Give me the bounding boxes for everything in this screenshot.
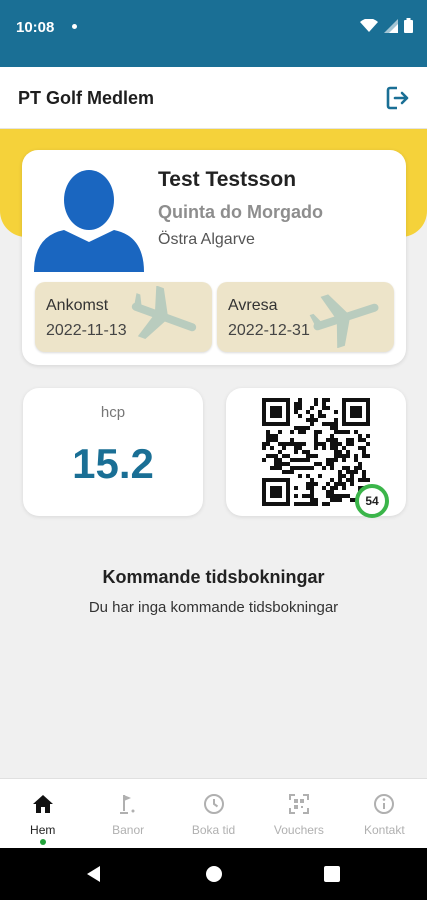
battery-icon [404, 18, 413, 33]
bookings-title: Kommande tidsbokningar [102, 567, 325, 587]
member-name: Test Testsson [158, 168, 297, 191]
recents-icon[interactable] [322, 864, 342, 884]
arrival-label: Ankomst [46, 297, 109, 314]
bottom-nav: Hem Banor Boka tid Vouchers Kontakt [0, 778, 427, 848]
wifi-icon [360, 18, 378, 32]
nav-label: Vouchers [273, 823, 324, 837]
member-club: Quinta do Morgado [158, 202, 323, 222]
status-icons [360, 18, 413, 33]
departure-label: Avresa [228, 297, 278, 314]
app-bar: PT Golf Medlem [0, 67, 427, 129]
arrival-box: Ankomst 2022-11-13 [35, 282, 212, 352]
hcp-card[interactable]: hcp 15.2 [23, 388, 203, 516]
airplane-takeoff-icon [309, 294, 379, 348]
qr-scan-icon [288, 794, 309, 814]
airplane-landing-icon [131, 286, 197, 339]
departure-box: Avresa 2022-12-31 [217, 282, 394, 352]
nav-label: Kontakt [363, 823, 405, 837]
hcp-label: hcp [100, 404, 126, 421]
qr-countdown-badge: 54 [355, 484, 389, 518]
nav-item-hem[interactable]: Hem [0, 779, 85, 848]
departure-date: 2022-12-31 [228, 322, 310, 339]
notification-dot-icon [72, 24, 77, 29]
member-card: Test Testsson Quinta do Morgado Östra Al… [22, 150, 406, 365]
info-icon [374, 794, 395, 814]
golf-flag-icon [120, 795, 135, 814]
logout-icon[interactable] [385, 85, 411, 111]
hcp-value: 15.2 [72, 440, 154, 487]
status-bar: 10:08 [0, 0, 427, 67]
nav-label: Boka tid [191, 823, 236, 837]
clock-icon [203, 794, 224, 814]
nav-label: Hem [30, 823, 56, 837]
bookings-empty-text: Du har inga kommande tidsbokningar [88, 599, 339, 616]
arrival-date: 2022-11-13 [46, 322, 127, 339]
active-indicator [39, 839, 46, 845]
home-circle-icon[interactable] [204, 864, 224, 884]
nav-item-vouchers[interactable]: Vouchers [256, 779, 341, 848]
member-region: Östra Algarve [158, 231, 255, 248]
qr-card[interactable]: 54 [226, 388, 406, 518]
nav-item-boka-tid[interactable]: Boka tid [171, 779, 256, 848]
signal-icon [384, 18, 398, 33]
status-time: 10:08 [16, 19, 55, 36]
avatar [34, 162, 144, 272]
qr-code [262, 398, 370, 506]
nav-item-banor[interactable]: Banor [85, 779, 170, 848]
nav-item-kontakt[interactable]: Kontakt [342, 779, 427, 848]
home-icon [32, 795, 53, 813]
back-icon[interactable] [84, 864, 104, 884]
app-title: PT Golf Medlem [18, 88, 155, 108]
system-nav-bar [0, 848, 427, 900]
nav-label: Banor [112, 823, 145, 837]
